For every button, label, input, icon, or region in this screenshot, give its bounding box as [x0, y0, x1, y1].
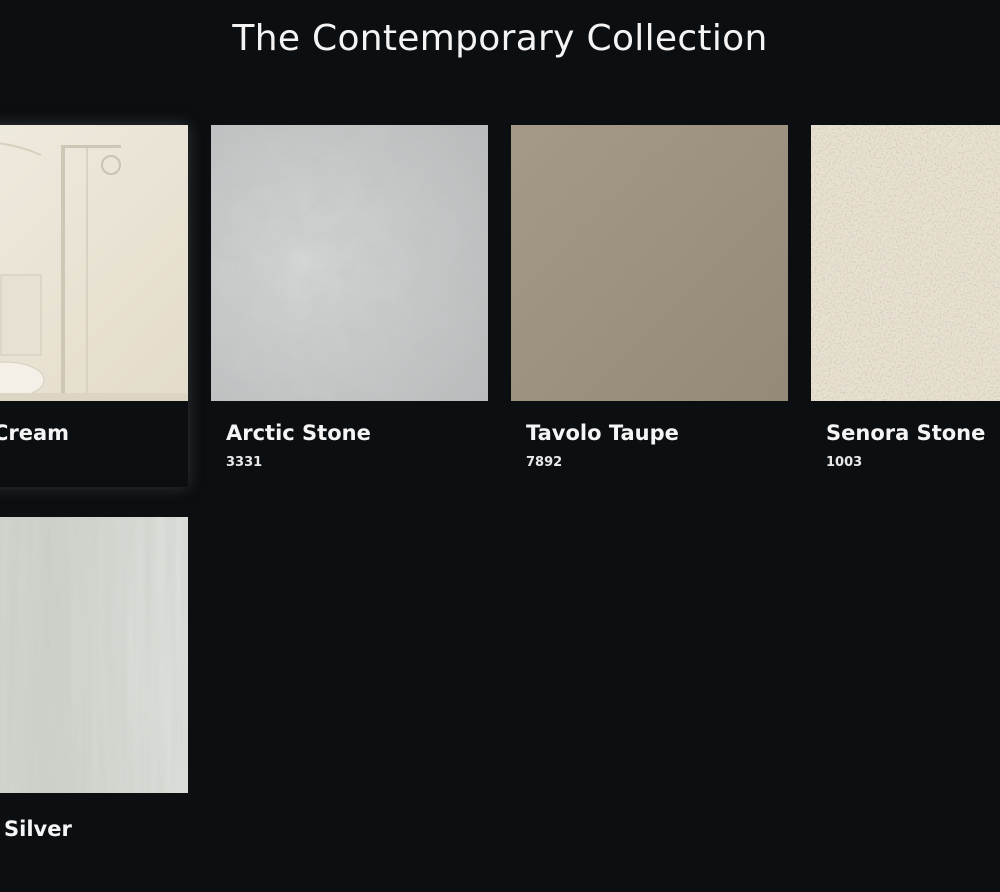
swatch-image	[0, 517, 188, 793]
product-name: Senora Stone	[826, 421, 986, 445]
product-name: Silver	[4, 817, 72, 841]
swatch-image	[511, 125, 788, 401]
swatch-image	[0, 125, 188, 401]
collection-page: The Contemporary Collection Cream Arctic…	[0, 0, 1000, 892]
product-name: Cream	[0, 421, 70, 445]
product-card-silver[interactable]: Silver	[0, 517, 188, 841]
product-card-cream[interactable]: Cream	[0, 125, 188, 487]
product-card-senora-stone[interactable]: Senora Stone 1003	[811, 125, 1000, 470]
product-name: Tavolo Taupe	[526, 421, 679, 445]
product-card-arctic-stone[interactable]: Arctic Stone 3331	[211, 125, 488, 470]
swatch-image	[811, 125, 1000, 401]
page-title: The Contemporary Collection	[232, 18, 768, 59]
product-name: Arctic Stone	[226, 421, 371, 445]
product-card-tavolo-taupe[interactable]: Tavolo Taupe 7892	[511, 125, 788, 470]
product-code: 3331	[226, 455, 263, 470]
product-code: 7892	[526, 455, 563, 470]
product-code: 1003	[826, 455, 863, 470]
swatch-image	[211, 125, 488, 401]
